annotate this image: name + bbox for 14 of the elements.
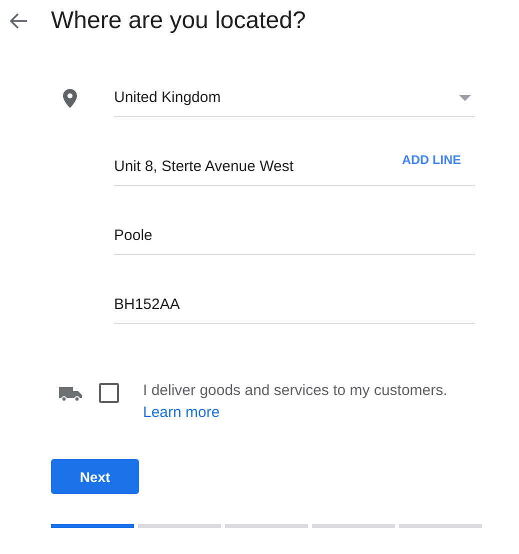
checkbox-label: I deliver goods and services to my customers. bbox=[143, 381, 448, 401]
country-dropdown[interactable]: United Kingdom bbox=[114, 83, 475, 117]
checkbox[interactable] bbox=[99, 383, 119, 403]
dropdown-caret-icon bbox=[459, 94, 471, 100]
next-button[interactable]: Next bbox=[51, 459, 139, 494]
text-field[interactable]: Poole bbox=[114, 221, 475, 255]
back-arrow-icon[interactable] bbox=[10, 13, 28, 29]
location-pin-icon bbox=[63, 89, 77, 108]
truck-icon bbox=[59, 387, 82, 402]
text-field[interactable]: BH152AA bbox=[114, 290, 475, 324]
learn-more-link[interactable]: Learn more bbox=[143, 402, 220, 424]
text-field[interactable]: Unit 8, Sterte Avenue West ADD LINE bbox=[114, 152, 475, 186]
add-line-link[interactable]: ADD LINE bbox=[402, 153, 461, 167]
page-title: Where are you located? bbox=[51, 7, 306, 35]
